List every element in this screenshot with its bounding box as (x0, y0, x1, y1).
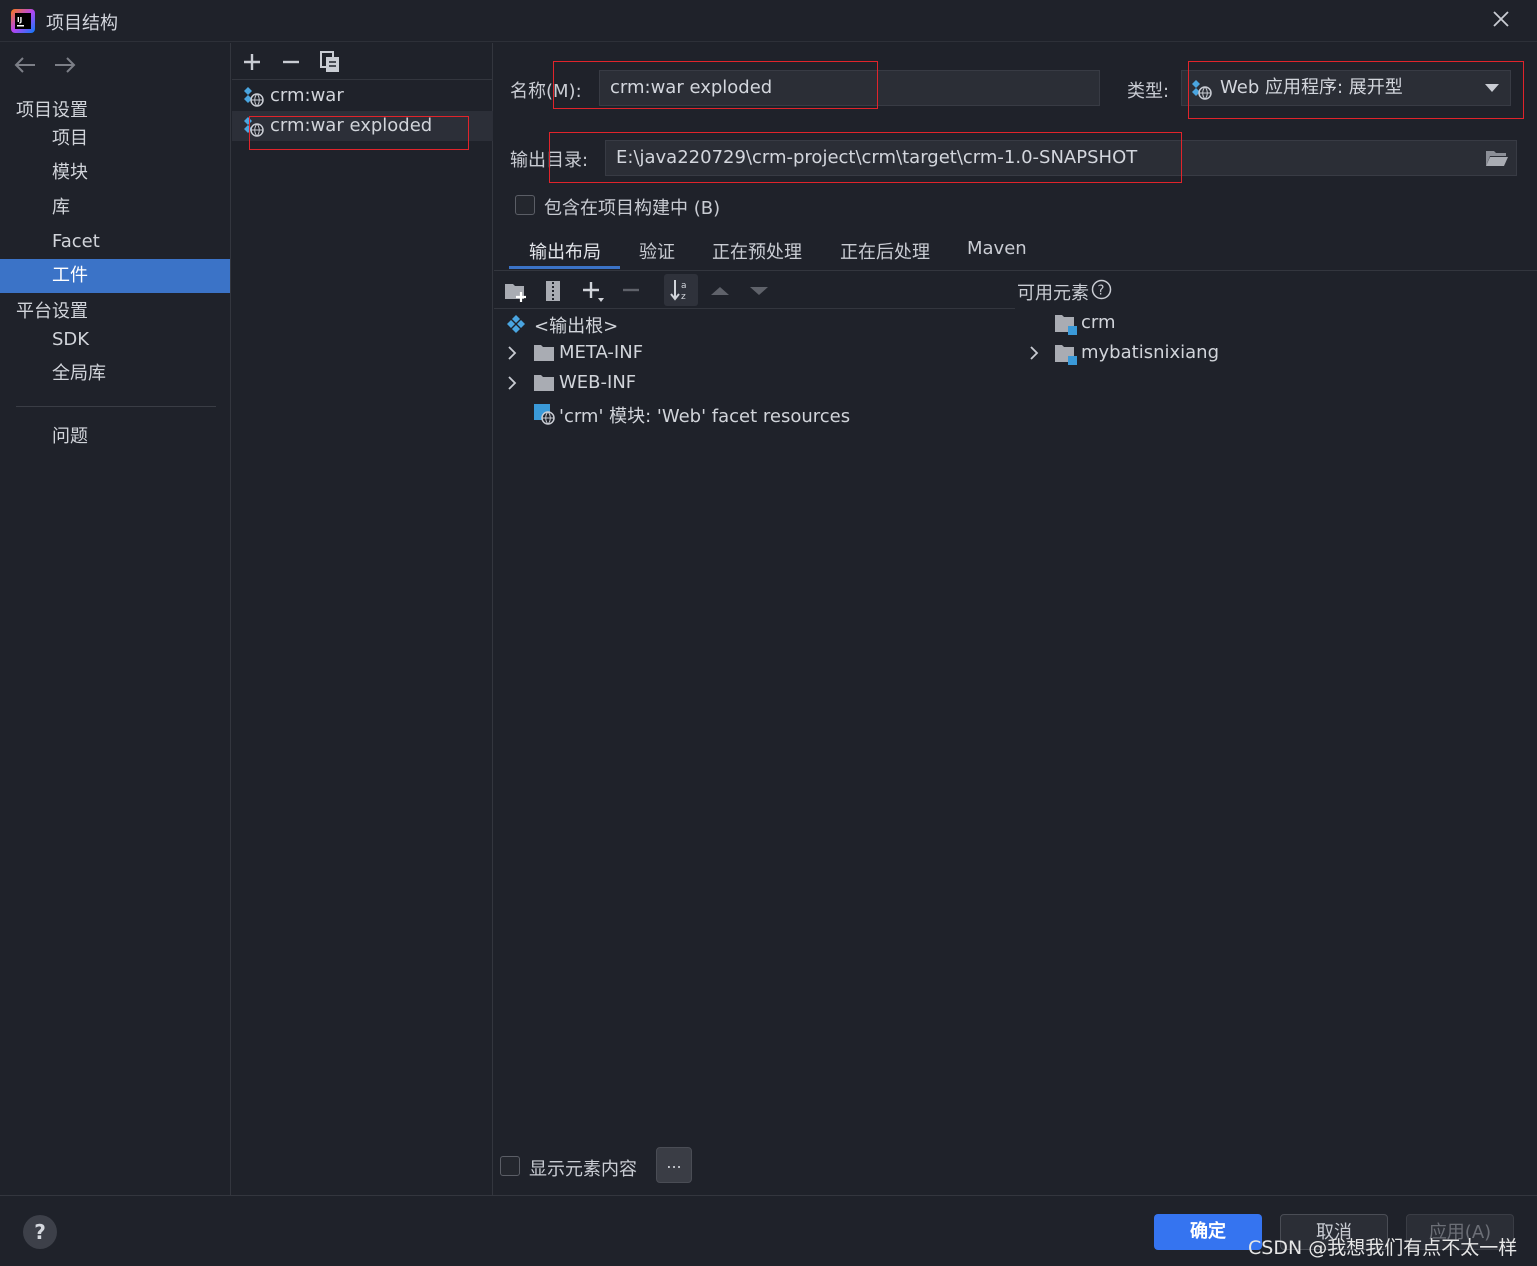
svg-text:z: z (681, 292, 686, 302)
create-archive-icon[interactable] (541, 279, 565, 303)
close-icon[interactable] (1490, 8, 1512, 30)
artifact-list-pane (232, 43, 493, 1195)
tab-maven[interactable]: Maven (967, 238, 1027, 259)
intellij-app-icon: IJ (11, 9, 35, 33)
new-directory-icon[interactable] (504, 279, 528, 303)
nav-item-facets[interactable]: Facet (0, 225, 230, 259)
nav-item-artifacts[interactable]: 工件 (0, 259, 230, 293)
artifact-item-war[interactable]: crm:war (232, 81, 493, 111)
layout-toolbar-divider (494, 308, 1015, 309)
module-folder-icon (1055, 315, 1077, 335)
output-root-icon (507, 315, 525, 333)
folder-open-icon[interactable] (1485, 149, 1509, 167)
chevron-right-icon[interactable] (1027, 346, 1041, 360)
copy-icon[interactable] (318, 50, 342, 74)
chevron-right-icon[interactable] (505, 346, 519, 360)
tabs-divider (494, 270, 1537, 271)
nav-divider (16, 406, 216, 407)
svg-text:a: a (681, 281, 687, 291)
include-in-build-checkbox[interactable] (515, 195, 535, 215)
artifact-label: crm:war (270, 85, 344, 106)
nav-section-project-settings: 项目设置 (16, 100, 88, 121)
web-artifact-icon (244, 117, 264, 137)
nav-section-platform-settings: 平台设置 (16, 301, 88, 322)
web-artifact-icon (1192, 80, 1212, 100)
name-input[interactable]: crm:war exploded (599, 70, 1100, 106)
nav-item-sdk[interactable]: SDK (0, 323, 230, 357)
sort-alphabetically-icon[interactable]: a z (669, 278, 693, 302)
move-up-icon (711, 287, 729, 295)
tree-item-web-inf[interactable]: WEB-INF (559, 372, 636, 393)
forward-arrow-icon[interactable] (52, 54, 78, 76)
available-item-mybatisnixiang[interactable]: mybatisnixiang (1081, 342, 1219, 363)
tab-validation[interactable]: 验证 (639, 238, 675, 264)
remove-icon (623, 288, 639, 292)
title-bar (0, 0, 1537, 42)
window-title: 项目结构 (46, 13, 118, 34)
more-options-button[interactable]: ... (656, 1147, 692, 1183)
watermark-text: CSDN @我想我们有点不太一样 (1248, 1237, 1518, 1259)
back-arrow-icon[interactable] (12, 54, 38, 76)
toolbar-divider (232, 79, 493, 80)
show-content-label: 显示元素内容 (529, 1159, 637, 1180)
output-dir-label: 输出目录: (510, 150, 589, 171)
available-item-crm[interactable]: crm (1081, 312, 1116, 333)
nav-item-libraries[interactable]: 库 (0, 191, 230, 225)
chevron-down-icon[interactable] (1483, 82, 1501, 94)
show-content-checkbox[interactable] (500, 1156, 520, 1176)
output-dir-input[interactable]: E:\java220729\crm-project\crm\target\crm… (605, 140, 1517, 176)
artifact-label: crm:war exploded (270, 115, 433, 136)
type-select[interactable]: Web 应用程序: 展开型 (1181, 70, 1511, 106)
active-tab-indicator (509, 266, 620, 269)
tab-preprocessing[interactable]: 正在预处理 (712, 238, 802, 264)
folder-icon (534, 345, 554, 361)
nav-item-problems[interactable]: 问题 (0, 420, 230, 454)
remove-icon[interactable] (279, 50, 303, 74)
available-elements-label: 可用元素 (1017, 283, 1089, 304)
nav-item-global-libraries[interactable]: 全局库 (0, 357, 230, 391)
artifact-item-war-exploded[interactable]: crm:war exploded (232, 111, 493, 141)
bottom-divider (0, 1195, 1537, 1196)
module-folder-icon (1055, 345, 1077, 365)
svg-text:?: ? (1098, 284, 1105, 299)
nav-item-project[interactable]: 项目 (0, 122, 230, 156)
tree-item-output-root[interactable]: <输出根> (534, 312, 618, 338)
name-label: 名称(M): (510, 81, 582, 102)
add-copy-icon[interactable] (581, 279, 605, 303)
folder-icon (534, 375, 554, 391)
web-facet-resources-icon (534, 404, 555, 425)
chevron-right-icon[interactable] (505, 376, 519, 390)
tree-item-web-facet-resources[interactable]: 'crm' 模块: 'Web' facet resources (559, 402, 850, 428)
add-icon[interactable] (240, 50, 264, 74)
type-label: 类型: (1127, 81, 1170, 102)
help-circle-icon[interactable]: ? (1091, 279, 1112, 300)
include-in-build-label: 包含在项目构建中 (B) (544, 198, 721, 219)
help-button[interactable]: ? (23, 1215, 57, 1249)
web-artifact-icon (244, 87, 264, 107)
tab-postprocessing[interactable]: 正在后处理 (840, 238, 930, 264)
tree-item-meta-inf[interactable]: META-INF (559, 342, 643, 363)
svg-text:IJ: IJ (17, 16, 22, 24)
nav-item-modules[interactable]: 模块 (0, 156, 230, 190)
move-down-icon (750, 287, 768, 295)
tab-output-layout[interactable]: 输出布局 (529, 238, 601, 264)
ok-button[interactable]: 确定 (1154, 1214, 1262, 1250)
